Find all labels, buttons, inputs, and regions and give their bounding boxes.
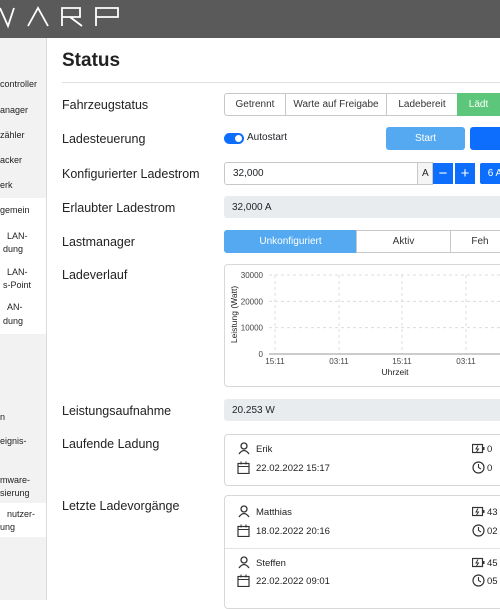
list-item: Steffen 22.02.2022 09:01 45 05 xyxy=(225,549,500,609)
x-tick-label: 15:11 xyxy=(392,357,412,366)
user-icon xyxy=(238,505,250,518)
y-axis-label: Leistung (Watt) xyxy=(229,286,239,343)
preset-6a-button[interactable]: 6 A xyxy=(480,163,500,184)
configured-current-input[interactable]: 32,000 xyxy=(224,162,418,185)
sidebar-item-benutzerverwaltung[interactable]: nutzer- ung xyxy=(0,503,46,537)
y-tick-label: 20000 xyxy=(241,297,264,306)
battery-charging-icon xyxy=(472,506,485,517)
autostart-toggle[interactable] xyxy=(224,133,244,144)
load-manager-aktiv: Aktiv xyxy=(356,230,451,253)
calendar-icon xyxy=(237,461,250,474)
history-chart-card: 30000 20000 10000 0 15:11 03:11 15:11 03:11 Uhrz… xyxy=(224,264,500,387)
allowed-current-label: Erlaubter Ladestrom xyxy=(62,201,176,215)
x-tick-label: 03:11 xyxy=(456,357,476,366)
list-item: Matthias 18.02.2022 20:16 43 02 xyxy=(225,496,500,548)
start-button[interactable]: Start xyxy=(386,127,465,150)
sidebar-item-label: ung xyxy=(0,522,16,532)
sidebar-item-firmware-aktualisierung[interactable]: sierung xyxy=(0,487,46,500)
clock-icon xyxy=(472,524,485,537)
allowed-current-value: 32,000 A xyxy=(224,196,500,218)
main-content: Status Fahrzeugstatus Getrennt Warte auf… xyxy=(47,38,500,609)
current-charge-datetime: 22.02.2022 15:17 xyxy=(256,463,330,474)
current-charge-energy: 0 xyxy=(487,444,493,455)
x-axis-label: Uhrzeit xyxy=(382,367,410,377)
stop-button[interactable] xyxy=(470,127,500,150)
charge-datetime: 18.02.2022 20:16 xyxy=(256,526,330,537)
x-tick-label: 15:11 xyxy=(265,357,285,366)
sidebar-item-lan-verbindung[interactable]: AN- dung xyxy=(0,302,46,334)
vehicle-state-label: Fahrzeugstatus xyxy=(62,98,149,112)
charge-duration: 02 xyxy=(487,526,498,537)
sidebar-item-label: AN- xyxy=(7,302,23,312)
sidebar-item-system[interactable]: n xyxy=(0,411,46,424)
clock-icon xyxy=(472,574,485,587)
y-tick-label: 30000 xyxy=(241,271,264,280)
sidebar-item-wlan-access-point[interactable]: LAN- s-Point xyxy=(0,266,46,304)
charge-duration: 05 xyxy=(487,576,498,587)
autostart-label: Autostart xyxy=(247,132,288,143)
history-chart: 300002000010000015:11 03:11 15:11 03:11Uhrz… xyxy=(229,271,500,377)
decrease-current-button[interactable]: − xyxy=(433,163,453,184)
increase-current-button[interactable]: + xyxy=(455,163,475,184)
vehicle-state-ladebereit: Ladebereit xyxy=(386,93,458,116)
sidebar-item-ereignis-log[interactable]: eignis- xyxy=(0,435,46,448)
current-charge-label: Laufende Ladung xyxy=(62,437,160,451)
page-title: Status xyxy=(62,50,121,71)
power-label: Leistungsaufnahme xyxy=(62,404,172,418)
charge-datetime: 22.02.2022 09:01 xyxy=(256,576,330,587)
vehicle-state-laedt: Lädt xyxy=(457,93,500,116)
clock-icon xyxy=(472,461,485,474)
sidebar-item-wlan-verbindung[interactable]: LAN- dung xyxy=(0,228,46,266)
charge-energy: 43 xyxy=(487,507,498,518)
history-label: Ladeverlauf xyxy=(62,268,128,282)
load-manager-label: Lastmanager xyxy=(62,235,135,249)
x-tick-label: 03:11 xyxy=(329,357,349,366)
configured-current-label: Konfigurierter Ladestrom xyxy=(62,167,200,181)
load-manager-fehler: Feh xyxy=(450,230,500,253)
calendar-icon xyxy=(237,524,250,537)
sidebar-item-label: LAN- xyxy=(7,231,28,241)
current-charge-card: Erik 22.02.2022 15:17 0 0 xyxy=(224,434,500,486)
y-tick-label: 10000 xyxy=(241,324,264,333)
last-charges-card: Matthias 18.02.2022 20:16 43 02 Steffen … xyxy=(224,495,500,609)
sidebar-item-lastmanager[interactable]: anager xyxy=(0,104,46,117)
calendar-icon xyxy=(237,574,250,587)
sidebar-item-label: dung xyxy=(3,244,24,254)
sidebar-item-firmware-label[interactable]: mware- xyxy=(0,474,46,487)
charge-control-label: Ladesteuerung xyxy=(62,132,146,146)
sidebar-item-netzwerk[interactable]: erk xyxy=(0,179,46,192)
vehicle-state-warte-auf-freigabe: Warte auf Freigabe xyxy=(285,93,387,116)
charge-energy: 45 xyxy=(487,558,498,569)
sidebar-item-label: nutzer- xyxy=(7,509,36,519)
sidebar-item-controller[interactable]: controller xyxy=(0,78,46,91)
top-bar xyxy=(0,0,500,38)
sidebar-item-label: LAN- xyxy=(7,267,28,277)
battery-charging-icon xyxy=(472,443,485,454)
sidebar-item-stromzaehler[interactable]: zähler xyxy=(0,129,46,142)
vehicle-state-getrennt: Getrennt xyxy=(224,93,286,116)
user-icon xyxy=(238,442,250,455)
toggle-knob xyxy=(235,135,242,142)
charge-user: Matthias xyxy=(256,507,292,518)
sidebar: controller anager zähler acker erk gemei… xyxy=(0,38,47,600)
sidebar-item-label: s-Point xyxy=(3,280,32,290)
sidebar-section-allgemein[interactable]: gemein xyxy=(0,198,46,228)
sidebar-item-label: dung xyxy=(3,316,24,326)
last-charges-label: Letzte Ladevorgänge xyxy=(62,499,180,513)
user-icon xyxy=(238,556,250,569)
title-divider xyxy=(62,82,500,83)
sidebar-item-label: gemein xyxy=(0,205,30,215)
load-manager-unkonfiguriert: Unkonfiguriert xyxy=(224,230,357,253)
charge-user: Steffen xyxy=(256,558,286,569)
current-charge-duration: 0 xyxy=(487,463,493,474)
warp-logo xyxy=(0,6,119,29)
power-value: 20.253 W xyxy=(224,399,500,421)
battery-charging-icon xyxy=(472,557,485,568)
current-charge-user: Erik xyxy=(256,444,273,455)
current-unit: A xyxy=(417,162,433,185)
y-tick-label: 0 xyxy=(259,350,264,359)
sidebar-item-nfc-tracker[interactable]: acker xyxy=(0,154,46,167)
